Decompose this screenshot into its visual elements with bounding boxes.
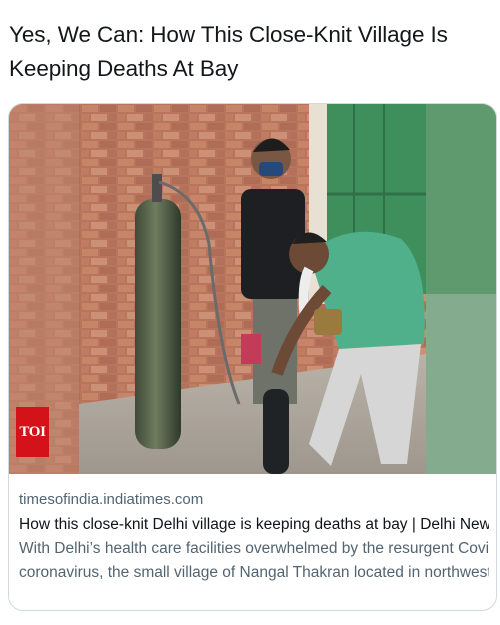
link-title[interactable]: How this close-knit Delhi village is kee… — [19, 513, 489, 537]
link-description: With Delhi’s health care facilities over… — [19, 537, 489, 585]
link-description-line-1: With Delhi’s health care facilities over… — [19, 540, 489, 557]
link-card-text: timesofindia.indiatimes.com How this clo… — [19, 489, 489, 585]
article-image[interactable]: TOI — [9, 104, 496, 474]
photo-illustration — [9, 104, 496, 474]
tweet-text: Yes, We Can: How This Close-Knit Village… — [9, 22, 448, 81]
link-preview-card[interactable]: TOI timesofindia.indiatimes.com How this… — [8, 103, 497, 611]
link-domain: timesofindia.indiatimes.com — [19, 491, 204, 508]
link-description-line-2: coronavirus, the small village of Nangal… — [19, 564, 489, 581]
toi-logo: TOI — [16, 407, 49, 457]
